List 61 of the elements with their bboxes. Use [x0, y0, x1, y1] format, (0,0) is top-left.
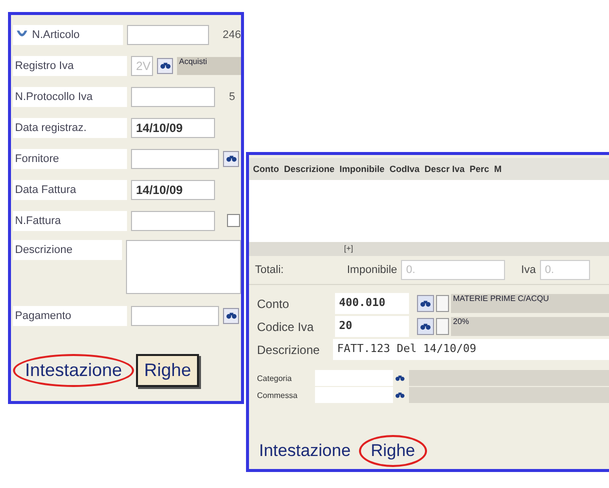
column-header: Descrizione [284, 164, 335, 174]
tab[interactable]: Intestazione [13, 354, 134, 387]
input-field[interactable] [127, 24, 209, 44]
field-value: 246 [222, 28, 241, 40]
input-field[interactable] [131, 210, 215, 230]
input-field[interactable] [131, 148, 219, 168]
field-label: Commessa [257, 390, 298, 400]
field-label: Iva [521, 264, 536, 276]
column-header: CodIva [390, 164, 420, 174]
field-value: 5 [228, 90, 236, 102]
column-header: M [494, 164, 502, 174]
field-label: Conto [257, 296, 290, 310]
field-label: Data Fattura [15, 184, 76, 196]
input-field[interactable]: 14/10/09 [131, 180, 215, 200]
tab[interactable]: Righe [358, 435, 428, 467]
lookup-button[interactable] [223, 150, 239, 166]
field-label: Descrizione [15, 244, 72, 256]
field-label: Imponibile [347, 264, 398, 276]
checkbox[interactable] [227, 214, 240, 227]
input-field[interactable] [126, 240, 241, 294]
input-field[interactable] [315, 370, 393, 386]
binoculars-icon [160, 61, 170, 70]
lookup-button[interactable] [223, 308, 239, 324]
column-header: Conto [253, 164, 279, 174]
input-field[interactable] [131, 86, 215, 106]
column-header: Perc [470, 164, 490, 174]
input-field[interactable]: FATT.123 Del 14/10/09 [333, 339, 609, 360]
field-label: Codice Iva [257, 320, 315, 334]
field-label: Categoria [257, 374, 293, 382]
field-label: Fornitore [15, 152, 60, 164]
column-header: Descr Iva [424, 164, 465, 174]
field-label: Data registraz. [15, 122, 87, 134]
binoculars-icon [395, 391, 405, 399]
column-header: Imponibile [340, 164, 385, 174]
input-field[interactable]: 400.010 [335, 293, 409, 314]
input-field[interactable]: 14/10/09 [131, 118, 215, 138]
binoculars-icon [226, 154, 236, 163]
tab[interactable]: Intestazione [255, 439, 355, 463]
totals-label: Totali: [255, 264, 285, 276]
field-label: N.Protocollo Iva [15, 90, 93, 102]
binoculars-icon [226, 311, 236, 320]
highlight-ellipse [358, 435, 428, 467]
info-bar: Acquisti [177, 56, 241, 74]
binoculars-icon [395, 374, 405, 382]
info-bar: 20% [451, 317, 609, 336]
binoculars-icon [420, 299, 431, 308]
field-label: Pagamento [15, 310, 72, 322]
binoculars-icon [420, 322, 431, 331]
input-field[interactable]: 20 [335, 316, 409, 337]
lookup-button[interactable] [417, 295, 434, 312]
field-label: Descrizione [257, 342, 321, 356]
expander[interactable]: [+] [344, 244, 354, 253]
field-label: Registro Iva [15, 60, 74, 72]
field-label: N.Fattura [15, 214, 61, 226]
info-bar: MATERIE PRIME C/ACQU [451, 294, 609, 313]
lookup-button[interactable] [157, 58, 173, 74]
tab[interactable]: Righe [136, 354, 200, 387]
field-label: N.Articolo [32, 28, 80, 40]
input-field[interactable] [131, 306, 219, 326]
input-field[interactable] [315, 387, 393, 403]
lookup-button[interactable] [417, 318, 434, 335]
